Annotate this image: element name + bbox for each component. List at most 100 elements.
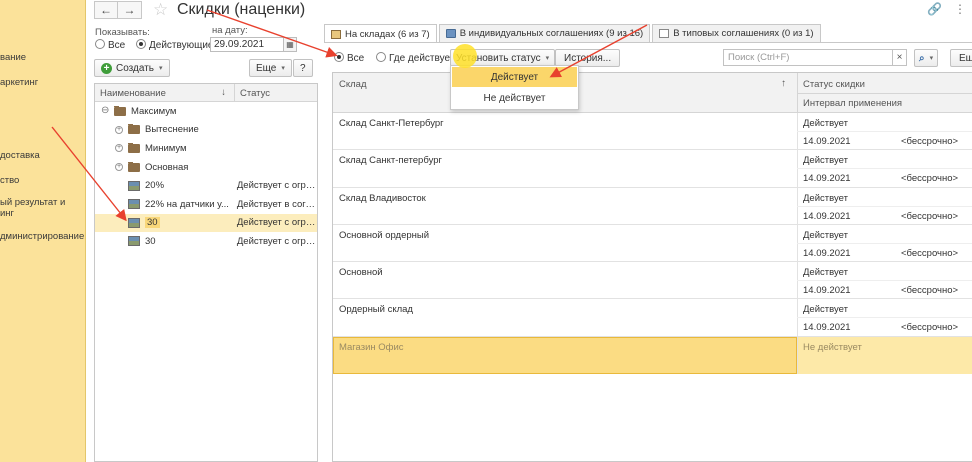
col-name-header[interactable]: Наименование ↓	[95, 84, 235, 101]
tree-row-name: 22% на датчики у...	[145, 198, 229, 210]
calendar-icon[interactable]: ▦	[284, 37, 297, 52]
back-button[interactable]: ←	[94, 1, 118, 19]
col-warehouse-header[interactable]: Склад	[339, 79, 367, 90]
row-status: Действует	[803, 118, 848, 129]
col-interval-header[interactable]: Интервал применения	[803, 98, 902, 109]
sidebar-item-3[interactable]: ство	[0, 175, 19, 186]
sort-down-icon: ↓	[221, 87, 226, 98]
tab-bar: На складах (6 из 7) В индивидуальных сог…	[324, 24, 823, 43]
radio-where-active[interactable]	[376, 52, 387, 62]
sidebar-item-2[interactable]: доставка	[0, 150, 40, 161]
menu-item-active[interactable]: Действует	[452, 67, 577, 87]
discount-icon	[128, 180, 140, 191]
expand-icon[interactable]: +	[115, 144, 123, 153]
link-icon[interactable]: 🔗	[927, 2, 942, 16]
radio-all-warehouses[interactable]	[334, 52, 344, 62]
menu-item-inactive[interactable]: Не действует	[451, 88, 578, 108]
tree-row[interactable]: 30 Действует с огран...	[95, 232, 317, 251]
folder-icon	[128, 142, 140, 153]
discount-icon	[128, 217, 140, 228]
left-more-button[interactable]: Еще ▾	[249, 59, 292, 77]
date-input[interactable]: 29.09.2021	[210, 37, 284, 52]
tree-row[interactable]: + Основная	[95, 158, 317, 177]
tab-warehouses[interactable]: На складах (6 из 7)	[324, 24, 437, 43]
sidebar-item-1[interactable]: аркетинг	[0, 77, 38, 88]
row-warehouse: Склад Владивосток	[339, 192, 426, 204]
help-button[interactable]: ?	[293, 59, 313, 77]
table-row[interactable]: Склад Владивосток Действует 14.09.2021 <…	[333, 187, 972, 225]
col-status-header[interactable]: Статус скидки	[803, 79, 865, 90]
expand-icon[interactable]: +	[115, 125, 123, 134]
tree-row-selected[interactable]: 30 Действует с огран...	[95, 213, 317, 233]
more-icon[interactable]: ⋮	[954, 2, 966, 16]
sidebar-item-4[interactable]: ый результат и	[0, 197, 65, 208]
user-icon	[445, 29, 456, 38]
search-button[interactable]: ⌕ ▾	[914, 49, 939, 67]
tab-warehouses-label: На складах (6 из 7)	[345, 28, 430, 40]
chevron-down-icon: ▾	[281, 65, 285, 72]
table-row[interactable]: Склад Санкт-Петербург Действует 14.09.20…	[333, 113, 972, 151]
chevron-down-icon: ▾	[545, 55, 550, 62]
row-warehouse: Склад Санкт-Петербург	[339, 118, 444, 129]
tab-individual-agreements[interactable]: В индивидуальных соглашениях (9 из 16)	[438, 24, 651, 42]
plus-icon: +	[101, 62, 112, 74]
row-status: Действует	[803, 229, 848, 241]
table-row[interactable]: Склад Санкт-петербург Действует 14.09.20…	[333, 150, 972, 188]
tab-typical-agreements[interactable]: В типовых соглашениях (0 из 1)	[652, 24, 821, 42]
tree-row-name: 30	[145, 235, 156, 247]
radio-active[interactable]	[136, 39, 147, 49]
folder-icon	[114, 105, 126, 116]
row-status: Действует	[803, 267, 848, 279]
col-status-header[interactable]: Статус	[235, 84, 275, 101]
right-more-button[interactable]: Еще	[950, 49, 972, 67]
table-row[interactable]: Основной Действует 14.09.2021 <бессрочно…	[333, 262, 972, 300]
tree-header: Наименование ↓ Статус	[95, 84, 317, 102]
folder-icon	[128, 161, 140, 172]
favorite-star-icon[interactable]: ☆	[153, 0, 168, 20]
sidebar-item-0[interactable]: вание	[0, 52, 26, 63]
search-icon: ⌕	[919, 52, 925, 64]
collapse-icon[interactable]: ⊖	[101, 106, 109, 116]
tree-row[interactable]: + Минимум	[95, 139, 317, 158]
table-row[interactable]: Основной ордерный Действует 14.09.2021 <…	[333, 224, 972, 263]
page-title: Скидки (наценки)	[177, 1, 306, 18]
sidebar-item-5[interactable]: дминистрирование	[0, 231, 84, 242]
row-date: 14.09.2021	[803, 136, 851, 147]
clear-search-icon[interactable]: ×	[893, 49, 907, 66]
app-sidebar: вание аркетинг доставка ство ый результа…	[0, 0, 86, 462]
status-dropdown-menu: Действует Не действует	[450, 65, 579, 110]
tree-row[interactable]: ⊖ Максимум	[95, 102, 317, 121]
tree-row-name: Вытеснение	[145, 124, 199, 136]
discounts-tree: Наименование ↓ Статус ⊖ Максимум + Вытесне…	[94, 83, 318, 462]
show-label: Показывать:	[95, 27, 150, 38]
tree-row[interactable]: 22% на датчики у... Действует в согла...	[95, 195, 317, 214]
table-row-selected[interactable]: Магазин Офис Не действует	[333, 336, 972, 375]
tree-row-name: 30	[145, 217, 160, 229]
radio-all-warehouses-label: Все	[347, 53, 365, 64]
tree-row-name: 20%	[145, 180, 165, 192]
discount-icon	[128, 236, 140, 247]
forward-button[interactable]: →	[118, 1, 142, 19]
radio-all[interactable]	[95, 39, 105, 49]
radio-active-label: Действующие	[149, 40, 214, 51]
row-status: Действует	[803, 304, 848, 316]
row-warehouse: Магазин Офис	[339, 341, 404, 353]
sidebar-item-4b[interactable]: инг	[0, 208, 14, 219]
expand-icon[interactable]: +	[115, 163, 123, 172]
tree-row[interactable]: + Вытеснение	[95, 121, 317, 140]
row-end: <бессрочно>	[901, 136, 959, 147]
row-end: <бессрочно>	[901, 247, 959, 259]
tree-row[interactable]: 20% Действует с огран...	[95, 176, 317, 195]
document-icon	[659, 29, 670, 38]
create-button[interactable]: + Создать ▾	[94, 59, 170, 77]
discount-icon	[128, 199, 140, 210]
row-warehouse: Склад Санкт-петербург	[339, 155, 442, 167]
search-input[interactable]: Поиск (Ctrl+F)	[723, 49, 893, 66]
row-end: <бессрочно>	[901, 210, 959, 222]
window-actions: 🔗 ⋮	[927, 2, 966, 16]
table-row[interactable]: Ордерный склад Действует 14.09.2021 <бес…	[333, 299, 972, 337]
row-status: Не действует	[803, 341, 862, 353]
cursor-highlight	[453, 44, 477, 68]
tree-row-status: Действует в согла...	[236, 198, 317, 210]
chevron-down-icon: ▾	[929, 55, 934, 62]
